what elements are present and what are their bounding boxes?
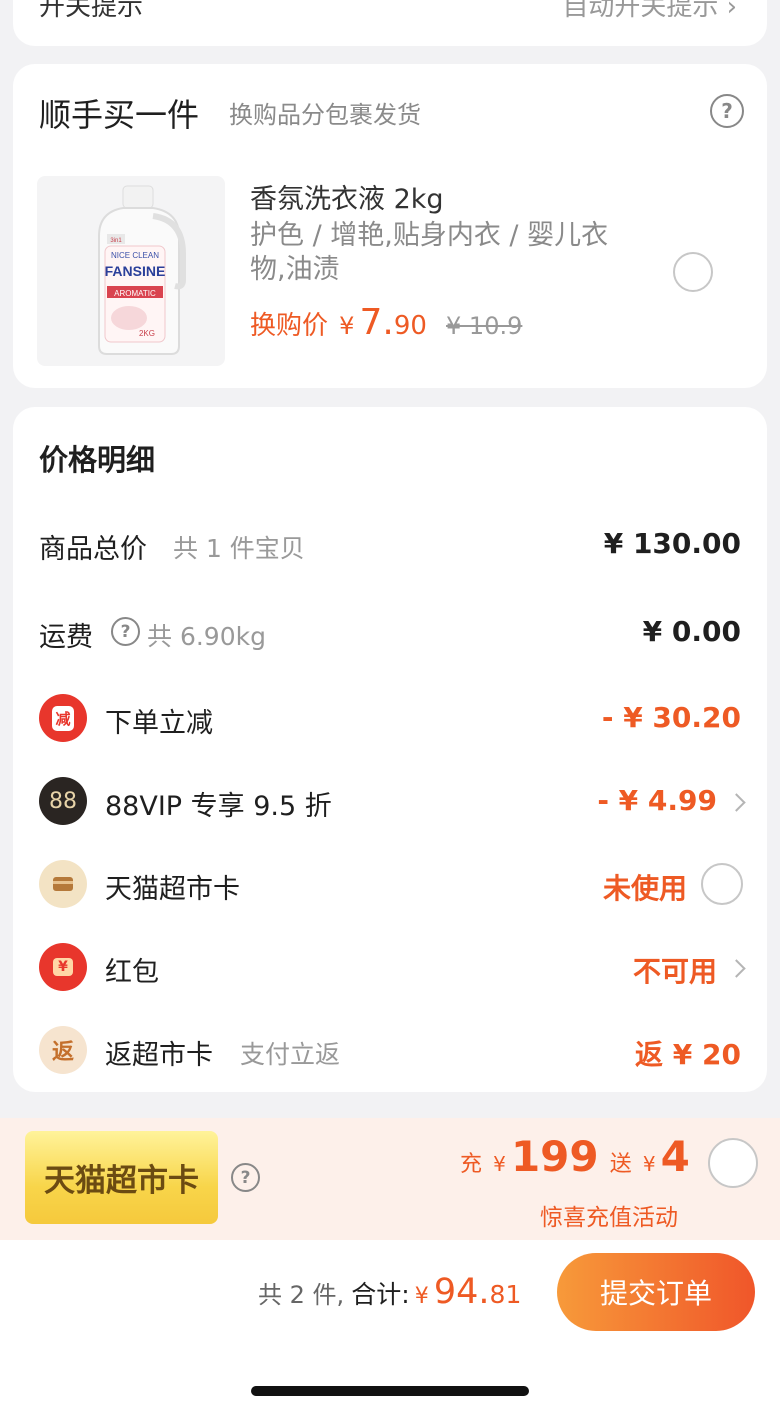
previous-section-label: 开关提示 [39, 0, 144, 22]
item-count: 共 2 件, [258, 1281, 345, 1309]
bottle-top-text: NICE CLEAN [111, 251, 159, 260]
recharge-activity-text: 惊喜充值活动 [540, 1205, 678, 1231]
previous-section-value[interactable]: 自动开关提示 › [562, 0, 737, 23]
chevron-right-icon[interactable] [727, 793, 746, 812]
cashback-value: 返 ¥ 20 [635, 1038, 741, 1071]
red-packet-status[interactable]: 不可用 [633, 950, 717, 990]
product-price-row: 换购价 ¥ 7.90 ¥ 10.9 [250, 302, 522, 343]
goods-total-label: 商品总价 [39, 534, 147, 565]
product-name[interactable]: 香氛洗衣液 2kg [250, 177, 444, 216]
shipping-value: ¥ 0.00 [642, 615, 741, 648]
vip-discount-label[interactable]: 88VIP 专享 9.5 折 [105, 784, 332, 823]
price-currency: ¥ [339, 312, 355, 340]
shipping-help-icon[interactable]: ? [111, 617, 140, 646]
home-indicator[interactable] [251, 1386, 529, 1396]
total-label: 合计: [351, 1280, 410, 1309]
shipping-label: 运费 [39, 622, 93, 653]
addon-purchase-card: 顺手买一件 换购品分包裹发货 ? NICE CLEAN FANSINE AROM… [13, 64, 767, 388]
bottle-badge-text: 3in1 [110, 238, 122, 244]
bottle-brand-text: FANSINE [105, 263, 166, 279]
recharge-offer: 充 ¥ 199 送 ¥ 4 [460, 1132, 690, 1181]
product-description: 护色 / 增艳,贴身内衣 / 婴儿衣物,油渍 [250, 220, 609, 285]
discount-icon: 减 [39, 694, 87, 742]
instant-discount-label: 下单立减 [105, 708, 213, 739]
goods-total-value: ¥ 130.00 [603, 527, 741, 560]
original-price: ¥ 10.9 [446, 312, 523, 340]
shipping-weight: 共 6.90kg [147, 622, 266, 651]
tmall-card-image[interactable]: 天猫超市卡 [25, 1131, 218, 1224]
goods-count: 共 1 件宝贝 [173, 534, 305, 563]
supermarket-card-icon [39, 860, 87, 908]
supermarket-card-radio[interactable] [701, 863, 743, 905]
price-label: 换购价 [250, 311, 329, 341]
vip-discount-value[interactable]: - ¥ 4.99 [597, 784, 717, 817]
addon-title: 顺手买一件 [39, 96, 200, 134]
total-amount: 94. [433, 1272, 490, 1312]
help-icon[interactable]: ? [231, 1163, 260, 1192]
checkout-bar: 共 2 件, 合计: ¥ 94.81 提交订单 [0, 1240, 780, 1414]
red-packet-icon: ¥ [39, 943, 87, 991]
recharge-promo-banner: 天猫超市卡 ? 充 ¥ 199 送 ¥ 4 惊喜充值活动 [0, 1118, 780, 1240]
help-icon[interactable]: ? [710, 94, 744, 128]
price-decimal: 90 [393, 311, 427, 341]
previous-section-card: 开关提示 自动开关提示 › [13, 0, 767, 46]
cashback-icon: 返 [39, 1026, 87, 1074]
price-integer: 7. [359, 302, 394, 343]
addon-subtitle: 换购品分包裹发货 [229, 101, 421, 129]
instant-discount-value: - ¥ 30.20 [601, 701, 741, 734]
red-packet-label[interactable]: 红包 [105, 950, 159, 989]
recharge-radio[interactable] [708, 1138, 758, 1188]
chevron-right-icon[interactable] [727, 959, 746, 978]
supermarket-card-label: 天猫超市卡 [105, 874, 240, 905]
addon-select-radio[interactable] [673, 252, 713, 292]
supermarket-card-status: 未使用 [602, 872, 687, 905]
bottle-label-text: AROMATIC [114, 289, 156, 298]
price-detail-title: 价格明细 [39, 443, 156, 477]
price-detail-card: 价格明细 商品总价 共 1 件宝贝 ¥ 130.00 运费 ? 共 6.90kg… [13, 407, 767, 1092]
product-image[interactable]: NICE CLEAN FANSINE AROMATIC 2KG 3in1 [37, 176, 225, 366]
submit-order-button[interactable]: 提交订单 [557, 1253, 755, 1331]
order-total: 共 2 件, 合计: ¥ 94.81 [258, 1272, 522, 1312]
bottle-size-text: 2KG [139, 329, 155, 338]
cashback-label: 返超市卡 [105, 1040, 213, 1071]
cashback-sub: 支付立返 [240, 1040, 341, 1069]
detergent-bottle-icon: NICE CLEAN FANSINE AROMATIC 2KG 3in1 [98, 185, 186, 355]
vip-88-icon: 88 [39, 777, 87, 825]
